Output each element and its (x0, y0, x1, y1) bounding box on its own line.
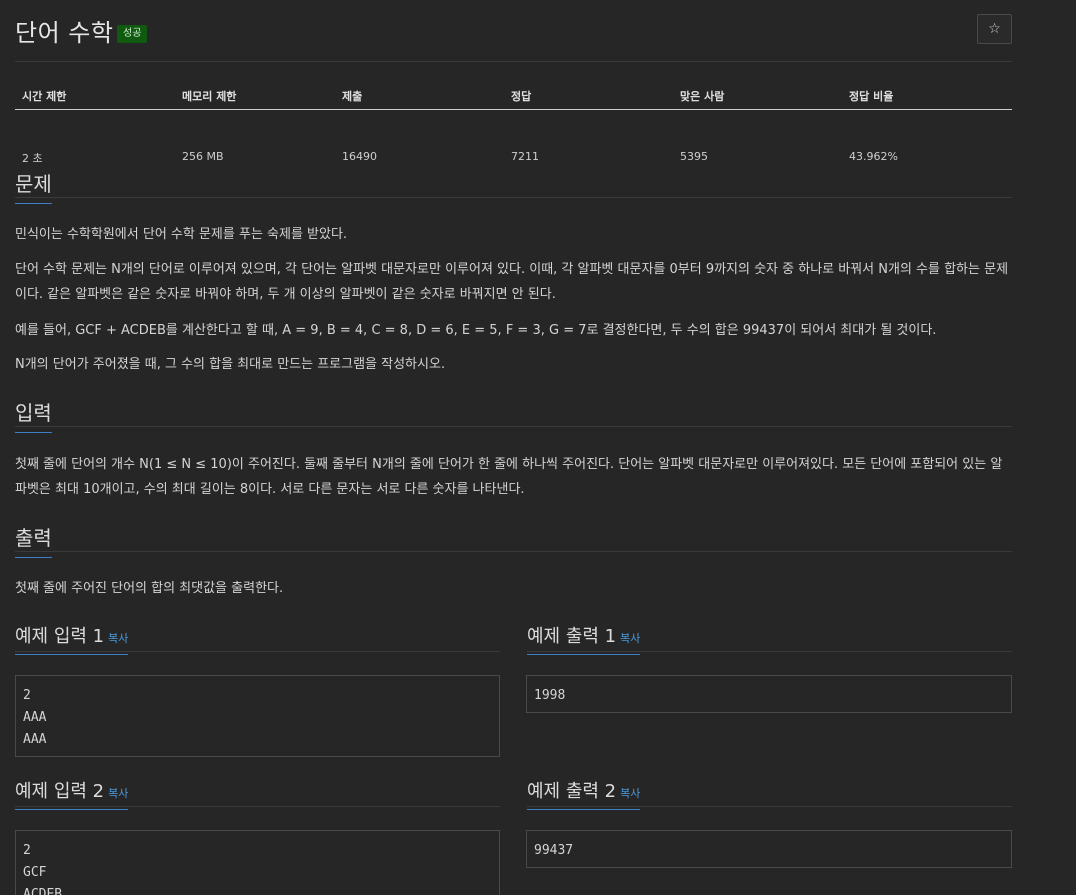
copy-sample-output-2-button[interactable]: 복사 (620, 787, 640, 800)
value-accept-ratio: 43.962% (849, 150, 898, 163)
table-header: 시간 제한 메모리 제한 제출 정답 맞은 사람 정답 비율 (15, 80, 1012, 110)
sample-output-2-header: 예제 출력 2 복사 (527, 777, 1012, 810)
table-row: 2 초 256 MB 16490 7211 5395 43.962% (15, 110, 1012, 165)
copy-sample-input-2-button[interactable]: 복사 (108, 787, 128, 800)
sample-input-1-header: 예제 입력 1 복사 (15, 622, 500, 655)
problem-info-table: 시간 제한 메모리 제한 제출 정답 맞은 사람 정답 비율 2 초 256 M… (15, 80, 1012, 165)
header-memory-limit: 메모리 제한 (182, 90, 237, 103)
sample-output-2: 99437 (526, 830, 1012, 868)
value-submissions: 16490 (342, 150, 377, 163)
value-solved-users: 5395 (680, 150, 708, 163)
header-time-limit: 시간 제한 (22, 90, 67, 103)
problem-section-header: 문제 (15, 168, 1012, 204)
sample-input-1-title: 예제 입력 1 (15, 626, 105, 647)
sample-input-2-header: 예제 입력 2 복사 (15, 777, 500, 810)
problem-paragraph-2: 단어 수학 문제는 N개의 단어로 이루어져 있으며, 각 단어는 알파벳 대문… (15, 262, 1009, 302)
sample-output-1-header: 예제 출력 1 복사 (527, 622, 1012, 655)
problem-paragraph-4: N개의 단어가 주어졌을 때, 그 수의 합을 최대로 만드는 프로그램을 작성… (15, 357, 446, 372)
header-submissions: 제출 (342, 90, 363, 103)
value-memory-limit: 256 MB (182, 150, 224, 163)
output-section-header: 출력 (15, 522, 1012, 558)
header-solved-users: 맞은 사람 (680, 90, 725, 103)
input-paragraph: 첫째 줄에 단어의 개수 N(1 ≤ N ≤ 10)이 주어진다. 둘째 줄부터… (15, 457, 1003, 497)
star-button[interactable]: ☆ (977, 14, 1012, 44)
sample-input-1: 2 AAA AAA (15, 675, 500, 757)
sample-input-2: 2 GCF ACDEB (15, 830, 500, 895)
divider (15, 61, 1012, 62)
output-paragraph: 첫째 줄에 주어진 단어의 합의 최댓값을 출력한다. (15, 581, 284, 596)
copy-sample-output-1-button[interactable]: 복사 (620, 632, 640, 645)
star-icon: ☆ (988, 21, 1001, 37)
input-heading: 입력 (15, 397, 52, 433)
problem-paragraph-1: 민식이는 수학학원에서 단어 수학 문제를 푸는 숙제를 받았다. (15, 227, 348, 242)
header-accepted: 정답 (511, 90, 532, 103)
header-accept-ratio: 정답 비율 (849, 90, 894, 103)
page-title: 단어 수학 (15, 19, 114, 47)
copy-sample-input-1-button[interactable]: 복사 (108, 632, 128, 645)
title-row: 단어 수학 성공 ☆ (15, 12, 1012, 48)
problem-heading: 문제 (15, 168, 52, 204)
sample-input-2-title: 예제 입력 2 (15, 781, 105, 802)
output-heading: 출력 (15, 522, 52, 558)
value-accepted: 7211 (511, 150, 539, 163)
sample-output-1: 1998 (526, 675, 1012, 713)
status-badge: 성공 (117, 25, 148, 43)
value-time-limit: 2 초 (22, 152, 43, 165)
problem-paragraph-3: 예를 들어, GCF + ACDEB를 계산한다고 할 때, A = 9, B … (15, 323, 937, 338)
sample-output-2-title: 예제 출력 2 (527, 781, 617, 802)
sample-output-1-title: 예제 출력 1 (527, 626, 617, 647)
input-section-header: 입력 (15, 397, 1012, 433)
